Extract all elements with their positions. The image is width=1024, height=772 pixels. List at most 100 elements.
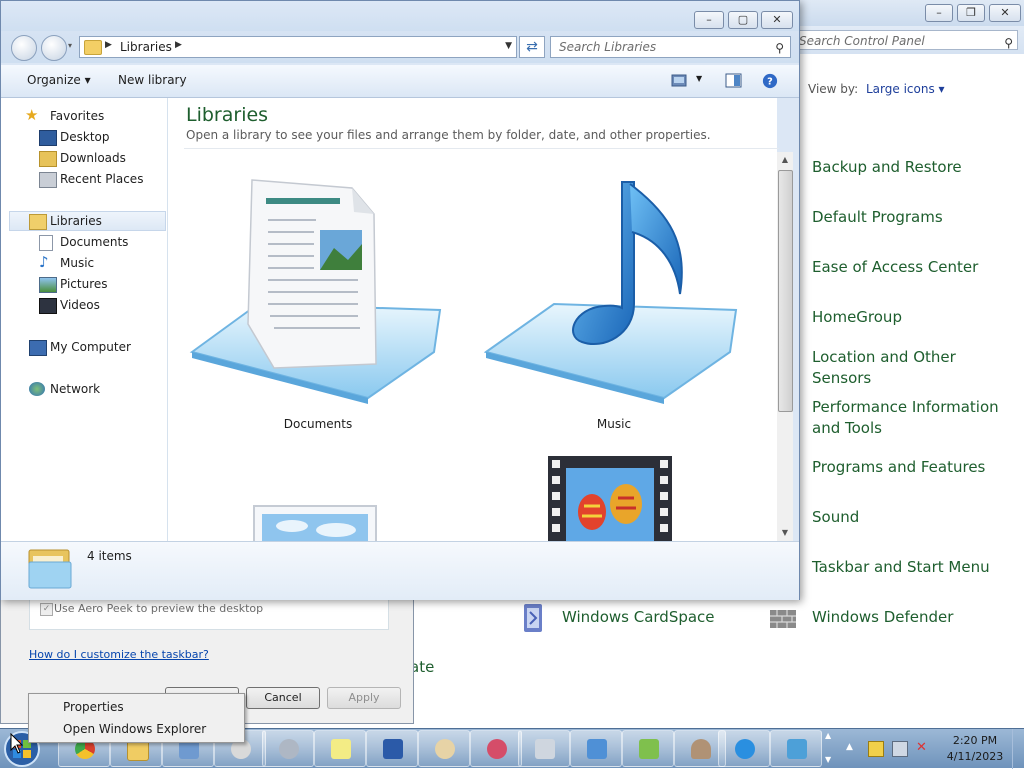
taskbar-context-menu: Properties Open Windows Explorer [28,693,245,743]
sticky-notes-taskbar-button[interactable] [314,730,366,767]
nav-my-computer-label: My Computer [50,340,131,354]
sound-taskbar-button[interactable] [262,730,314,767]
search-icon[interactable]: ⚲ [775,38,784,58]
plane-icon [787,739,807,759]
view-by-label: View by: [808,82,859,96]
change-view-icon[interactable] [671,73,689,89]
content-pane: Libraries Open a library to see your fil… [168,98,779,541]
refresh-button[interactable]: ⇄ [519,36,545,58]
control-panel-search-input[interactable]: Search Control Panel ⚲ [790,30,1018,50]
chevron-right-icon[interactable]: ▶ [175,40,182,50]
apply-button[interactable]: Apply [327,687,401,709]
command-bar: Organize ▾ New library ▼ ? [1,65,799,98]
cancel-button[interactable]: Cancel [246,687,320,709]
chevron-right-icon[interactable]: ▶ [105,40,112,50]
recent-places-icon [39,172,57,188]
close-button[interactable]: ✕ [761,11,793,29]
organize-menu[interactable]: Organize ▾ [27,73,91,87]
videos-library-item[interactable] [548,456,672,541]
desktop-icon [39,130,57,146]
view-by-dropdown[interactable]: Large icons ▾ [866,82,945,96]
network-status-icon[interactable] [892,741,908,757]
scroll-down-arrow-icon[interactable]: ▼ [777,525,793,541]
notepad-taskbar-button[interactable] [622,730,674,767]
taskbar-start-menu-link[interactable]: Taskbar and Start Menu [812,557,990,578]
performance-info-link[interactable]: Performance Information and Tools [812,397,1002,439]
new-library-button[interactable]: New library [118,73,187,87]
windows-cardspace-link[interactable]: Windows CardSpace [562,607,715,628]
documents-library-label: Documents [283,417,353,431]
system-clock[interactable]: 2:20 PM 4/11/2023 [940,733,1010,765]
show-desktop-button[interactable] [1012,729,1024,769]
nav-network-label: Network [50,382,101,396]
minimize-button[interactable]: – [925,4,953,22]
view-options-chevron-icon[interactable]: ▼ [696,74,702,83]
pictures-library-icon [253,505,377,541]
paint-taskbar-button[interactable] [418,730,470,767]
photo-viewer-taskbar-button[interactable] [570,730,622,767]
sticky-notes-icon [331,739,351,759]
content-scrollbar[interactable]: ▲ ▼ [777,152,793,541]
menu-item-properties[interactable]: Properties [63,700,124,714]
taskbar-scroll[interactable]: ▲ ▼ [822,729,836,769]
preview-pane-icon[interactable] [725,73,743,89]
computer-icon [29,340,47,356]
backup-and-restore-link[interactable]: Backup and Restore [812,157,962,178]
speaker-icon [279,739,299,759]
nav-desktop-label: Desktop [60,130,110,144]
divider [184,148,779,149]
music-library-icon [483,181,738,404]
scroll-up-icon[interactable]: ▲ [825,731,831,740]
action-center-icon[interactable] [868,741,884,757]
pictures-icon [39,277,57,293]
search-icon[interactable]: ⚲ [1004,33,1013,53]
aero-peek-checkbox[interactable]: ✓ [40,603,53,616]
customize-taskbar-help-link[interactable]: How do I customize the taskbar? [29,648,209,661]
app-plane-taskbar-button[interactable] [770,730,822,767]
show-hidden-icons-icon[interactable]: ▲ [846,742,853,752]
notification-area-group: ✓ Use Aero Peek to preview the desktop [29,599,389,630]
calculator-icon [535,739,555,759]
scroll-thumb[interactable] [778,170,793,412]
remote-desktop-taskbar-button[interactable] [366,730,418,767]
nav-favorites-label: Favorites [50,109,105,123]
programs-features-link[interactable]: Programs and Features [812,457,985,478]
nav-downloads-label: Downloads [60,151,126,165]
music-library-item[interactable]: Music [483,174,744,434]
internet-explorer-taskbar-button[interactable] [718,730,770,767]
pictures-library-item[interactable] [252,500,382,541]
calculator-taskbar-button[interactable] [518,730,570,767]
recent-pages-chevron-icon[interactable]: ▾ [68,41,72,50]
nav-music-label: Music [60,256,95,270]
maximize-button[interactable]: ▢ [728,11,758,29]
aero-peek-label: Use Aero Peek to preview the desktop [54,602,264,615]
breadcrumb-libraries[interactable]: Libraries [120,40,172,54]
sound-link[interactable]: Sound [812,507,859,528]
minimize-button[interactable]: – [694,11,724,29]
scroll-up-arrow-icon[interactable]: ▲ [777,152,793,168]
explorer-titlebar: – ▢ ✕ [1,1,799,31]
homegroup-link[interactable]: HomeGroup [812,307,902,328]
menu-item-open-windows-explorer[interactable]: Open Windows Explorer [63,722,206,736]
help-icon[interactable]: ? [761,73,779,89]
nav-videos-label: Videos [60,298,100,312]
close-button[interactable]: ✕ [989,4,1021,22]
libraries-explorer-window: – ▢ ✕ ▾ ▶ Libraries ▶ ▼ ⇄ Search Librari… [0,0,800,600]
address-bar[interactable]: ▶ Libraries ▶ ▼ [79,36,517,58]
documents-library-item[interactable]: Documents [188,174,448,434]
ease-of-access-link[interactable]: Ease of Access Center [812,257,978,278]
windows-defender-link[interactable]: Windows Defender [812,607,953,628]
search-libraries-input[interactable]: Search Libraries ⚲ [550,36,791,58]
volume-muted-icon[interactable]: ✕ [916,740,927,755]
restore-button[interactable]: ❐ [957,4,985,22]
snipping-tool-taskbar-button[interactable] [470,730,522,767]
scroll-down-icon[interactable]: ▼ [825,755,831,764]
location-sensors-link[interactable]: Location and Other Sensors [812,347,972,389]
forward-button[interactable] [41,35,67,61]
back-button[interactable] [11,35,37,61]
libraries-folder-icon [84,40,102,55]
search-placeholder: Search Control Panel [799,34,925,48]
default-programs-link[interactable]: Default Programs [812,207,943,228]
address-dropdown-icon[interactable]: ▼ [505,41,512,51]
downloads-icon [39,151,57,167]
